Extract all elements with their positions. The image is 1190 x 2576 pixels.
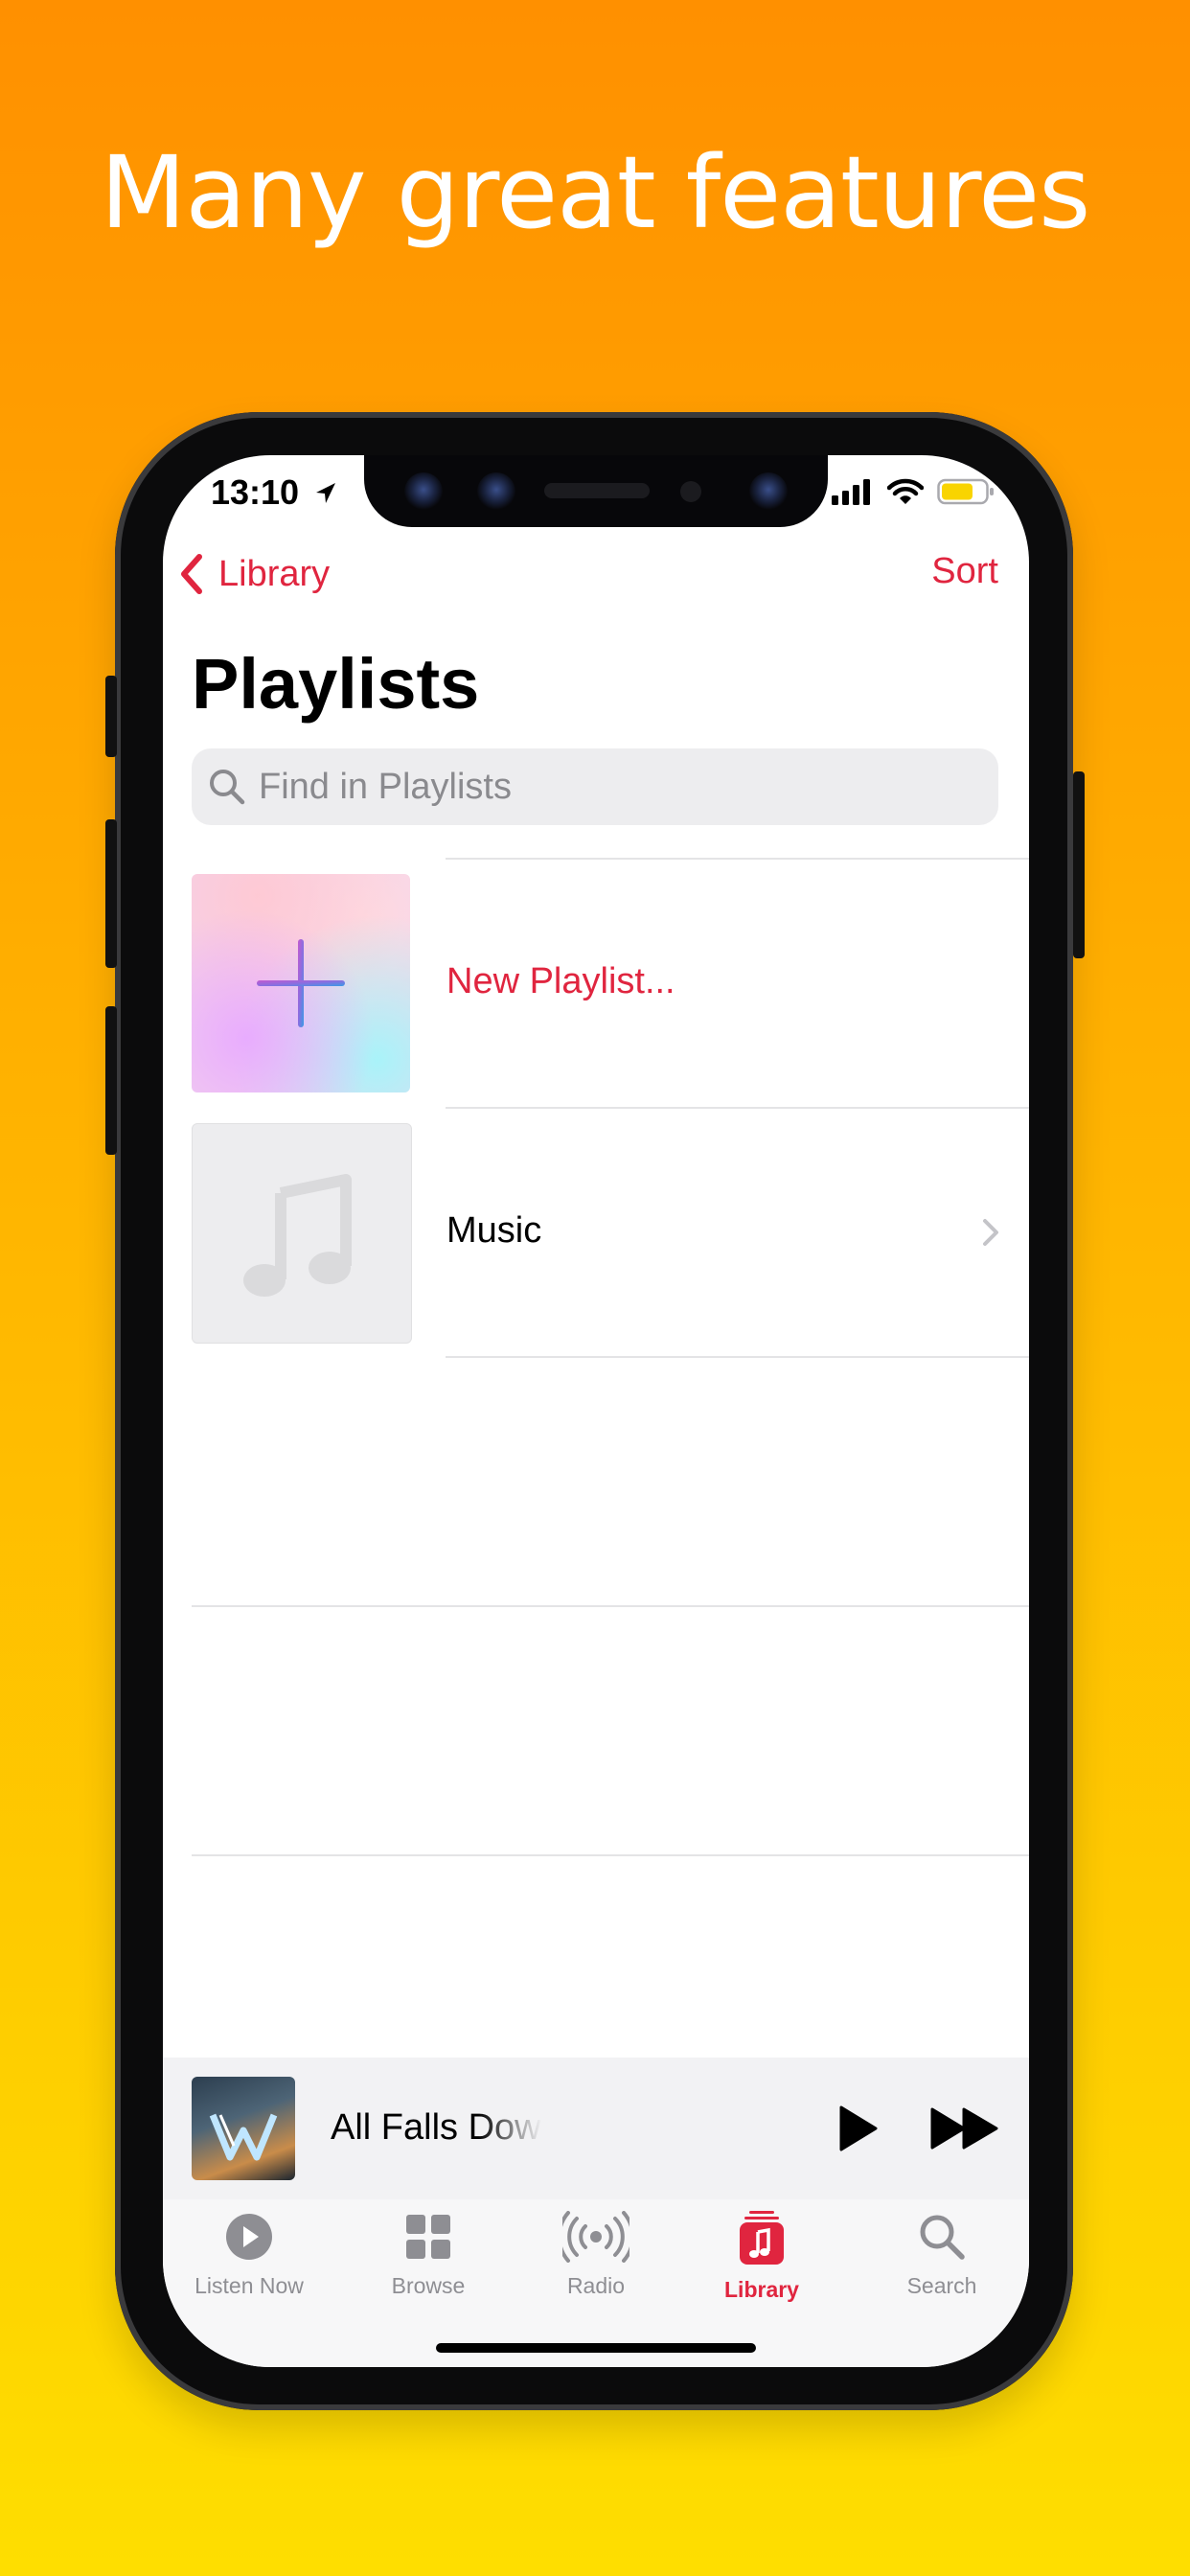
fast-forward-button[interactable] bbox=[929, 2105, 1000, 2151]
music-playlist-label: Music bbox=[446, 1210, 542, 1251]
home-indicator[interactable] bbox=[436, 2343, 756, 2353]
proximity-sensor bbox=[680, 481, 701, 502]
volume-up-button bbox=[105, 819, 117, 968]
now-playing-artwork bbox=[192, 2077, 295, 2180]
notch bbox=[364, 455, 828, 527]
sort-button[interactable]: Sort bbox=[931, 551, 998, 592]
tab-label: Radio bbox=[566, 2273, 626, 2298]
divider bbox=[192, 1854, 1029, 1856]
now-playing-title: All Falls Dow bbox=[331, 2107, 541, 2148]
plus-icon bbox=[257, 939, 345, 1027]
tab-browse[interactable]: Browse bbox=[342, 2211, 515, 2299]
phone-screen: 13:10 Library Sort Playlists Find in Pla… bbox=[163, 455, 1029, 2367]
radio-waves-icon bbox=[557, 2211, 635, 2263]
divider bbox=[192, 1605, 1029, 1607]
volume-down-button bbox=[105, 1006, 117, 1155]
music-note-icon bbox=[243, 1174, 352, 1297]
page-title: Playlists bbox=[192, 644, 480, 724]
library-note-icon bbox=[740, 2211, 784, 2265]
search-placeholder: Find in Playlists bbox=[259, 766, 512, 807]
back-button[interactable]: Library bbox=[174, 551, 330, 597]
divider bbox=[446, 1356, 1029, 1358]
chevron-left-icon bbox=[181, 554, 202, 594]
divider bbox=[446, 1107, 1029, 1109]
tab-search[interactable]: Search bbox=[856, 2211, 1028, 2299]
tab-label: Browse bbox=[391, 2273, 466, 2298]
status-icons bbox=[832, 478, 995, 505]
play-circle-icon bbox=[226, 2214, 272, 2260]
status-time: 13:10 bbox=[211, 472, 339, 513]
playlist-artwork-placeholder bbox=[192, 1123, 412, 1344]
tab-label: Library bbox=[724, 2277, 799, 2302]
new-playlist-label: New Playlist... bbox=[446, 961, 675, 1001]
search-input[interactable]: Find in Playlists bbox=[192, 748, 998, 825]
search-icon bbox=[210, 770, 245, 805]
status-time-text: 13:10 bbox=[211, 472, 300, 512]
tab-bar: Listen Now Browse Radio Library Search bbox=[163, 2199, 1029, 2367]
divider bbox=[446, 858, 1029, 860]
sensor-icon bbox=[477, 472, 515, 511]
mini-player[interactable]: All Falls Dow bbox=[163, 2058, 1029, 2200]
tab-radio[interactable]: Radio bbox=[510, 2211, 682, 2299]
power-button bbox=[1073, 771, 1085, 958]
tab-label: Listen Now bbox=[195, 2273, 304, 2298]
speaker-grille bbox=[544, 483, 650, 498]
location-arrow-icon bbox=[316, 483, 336, 503]
headline: Many great features bbox=[100, 134, 1091, 251]
sensor-icon bbox=[404, 472, 443, 511]
play-button[interactable] bbox=[834, 2104, 880, 2153]
tab-label: Search bbox=[906, 2273, 977, 2298]
tab-library[interactable]: Library bbox=[675, 2211, 848, 2303]
front-camera-icon bbox=[749, 472, 788, 511]
album-art-logo bbox=[209, 2113, 278, 2161]
tab-listen-now[interactable]: Listen Now bbox=[163, 2211, 335, 2299]
chevron-right-icon bbox=[983, 1219, 998, 1246]
wifi-icon bbox=[887, 478, 924, 504]
cellular-signal-icon bbox=[832, 479, 870, 505]
back-button-label: Library bbox=[218, 553, 331, 594]
new-playlist-artwork bbox=[192, 874, 410, 1092]
search-icon bbox=[920, 2215, 965, 2260]
mute-switch bbox=[105, 676, 117, 757]
grid-icon bbox=[406, 2215, 450, 2259]
battery-icon bbox=[937, 478, 994, 505]
